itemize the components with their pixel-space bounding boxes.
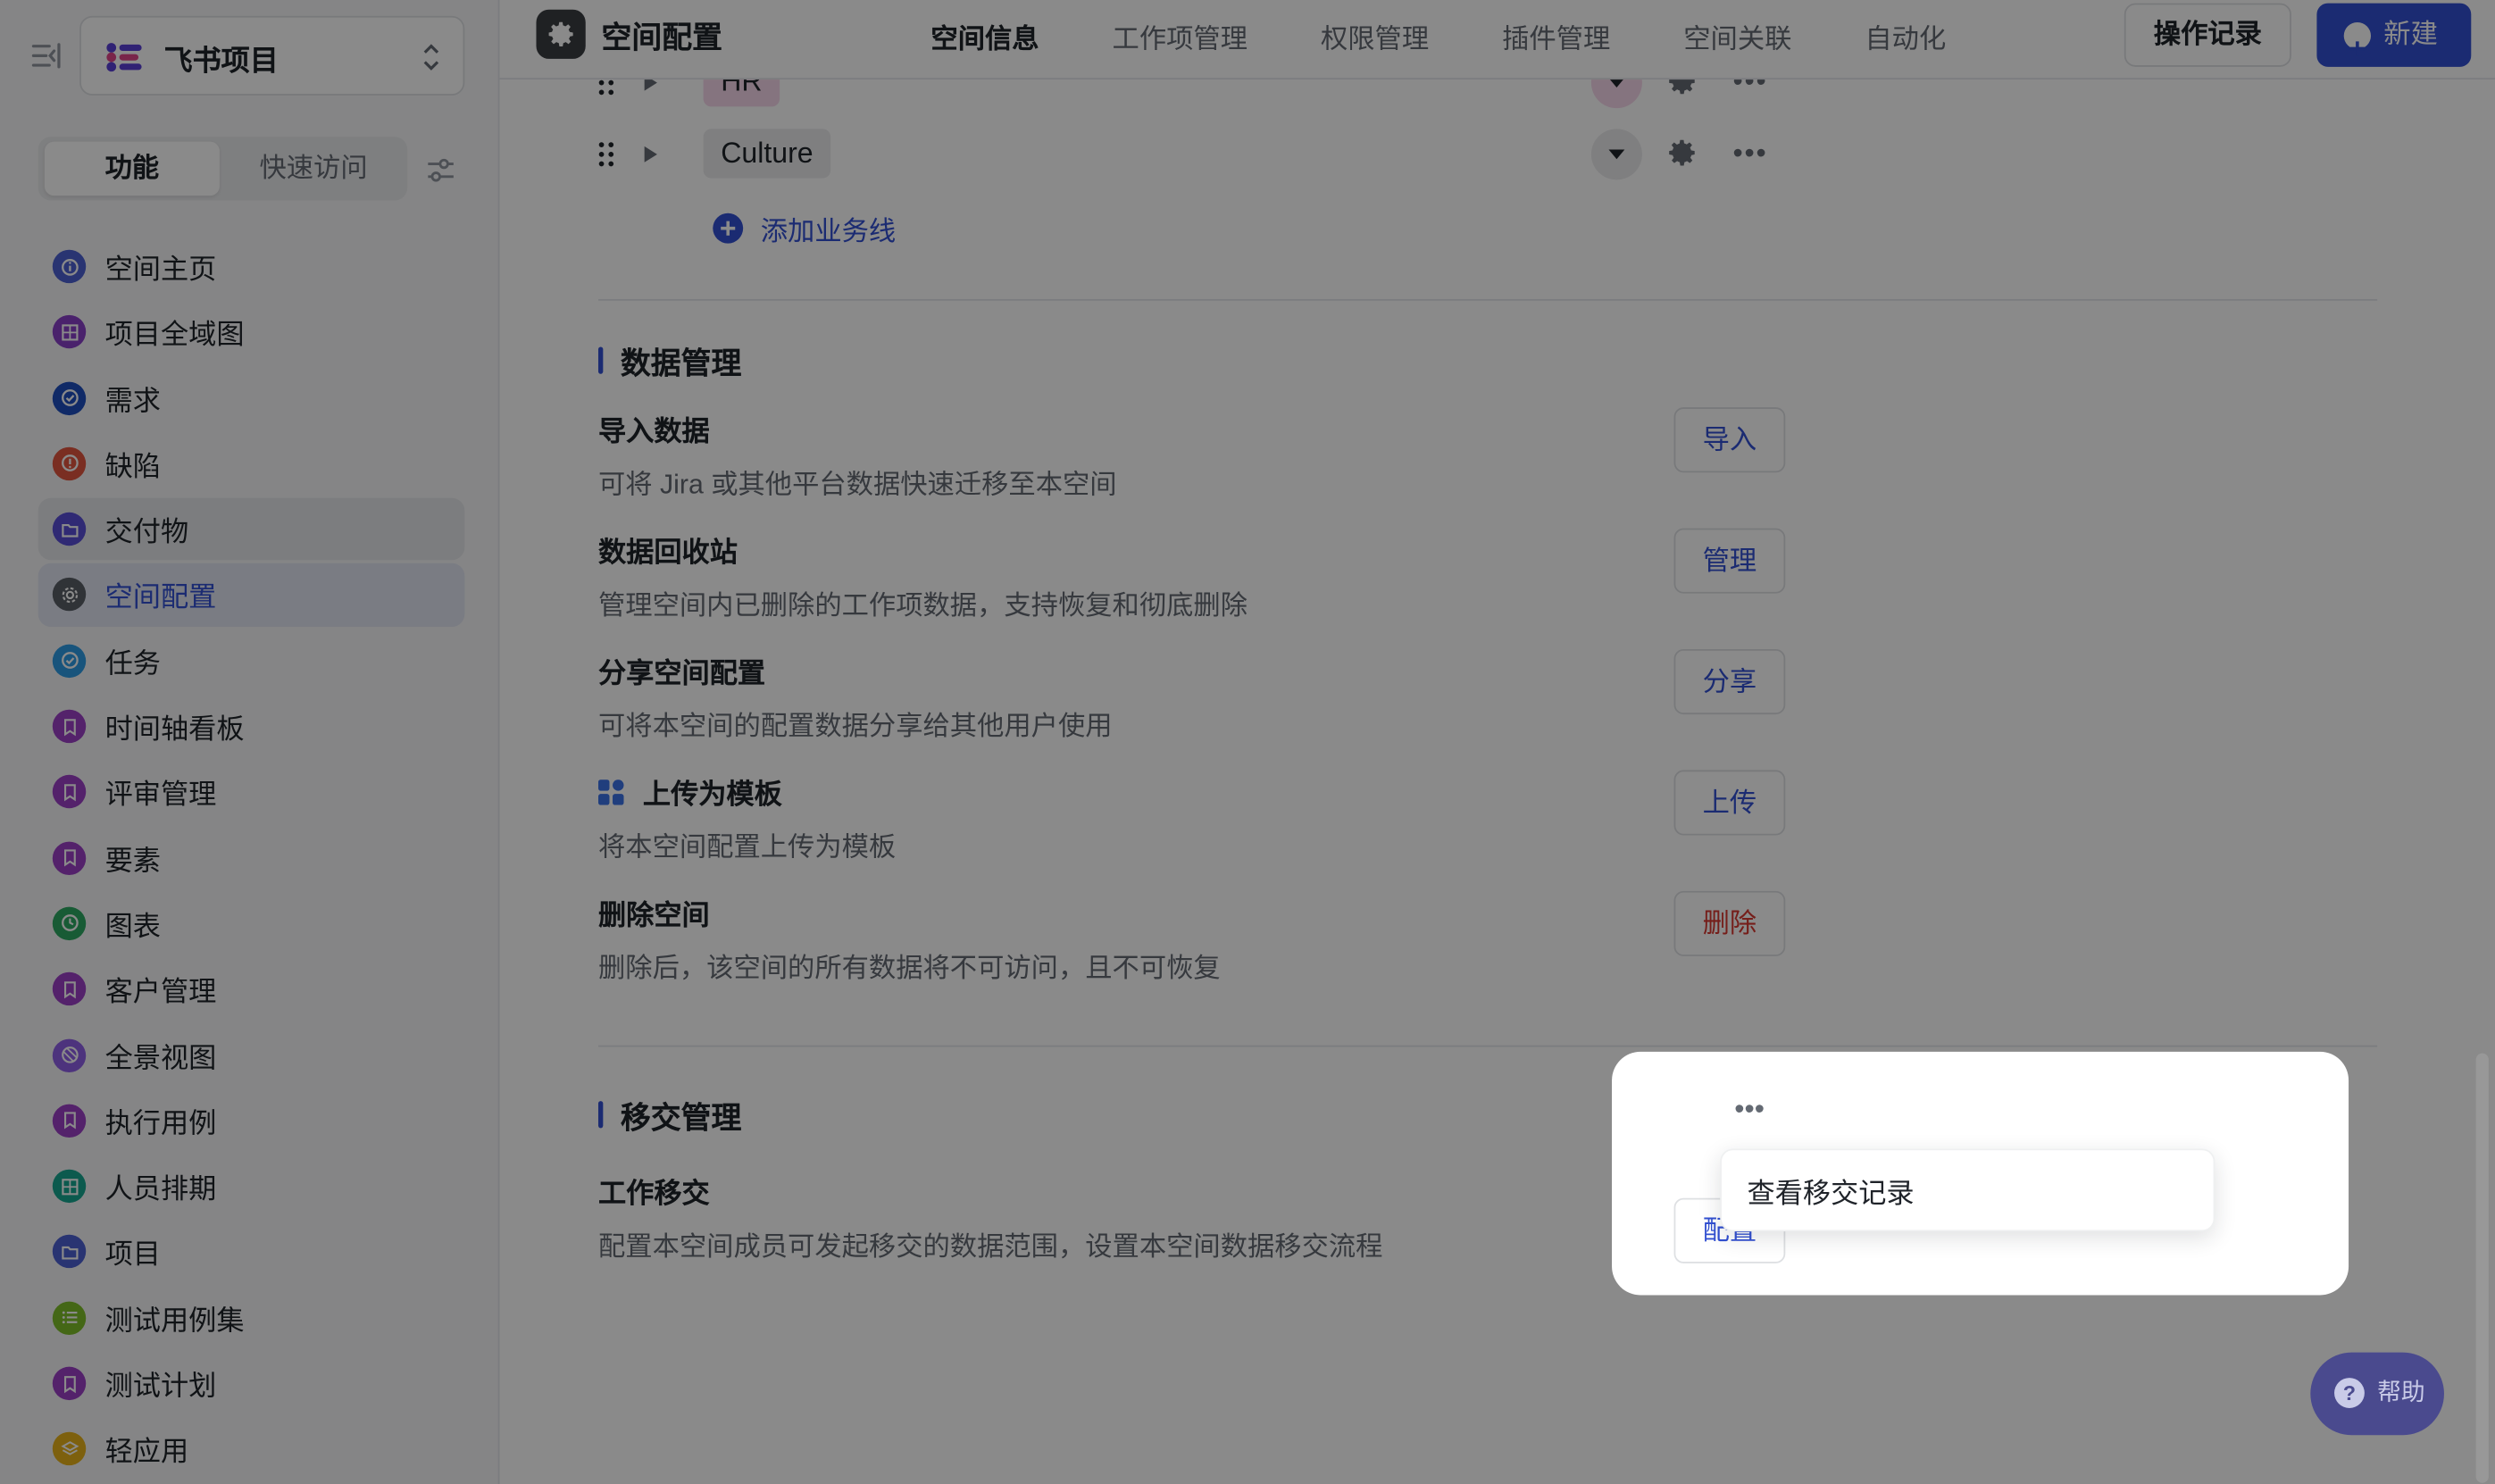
scrollbar[interactable]	[2475, 1053, 2489, 1483]
more-menu: 查看移交记录	[1720, 1148, 2215, 1232]
more-icon[interactable]: •••	[1734, 1095, 1765, 1123]
question-icon: ?	[2334, 1378, 2365, 1408]
guide-spotlight: ••• 配置 查看移交记录	[1612, 1051, 2349, 1296]
view-transfer-records-item[interactable]: 查看移交记录	[1748, 1172, 1915, 1213]
help-label: 帮助	[2377, 1379, 2425, 1407]
help-button[interactable]: ? 帮助	[2310, 1352, 2444, 1436]
